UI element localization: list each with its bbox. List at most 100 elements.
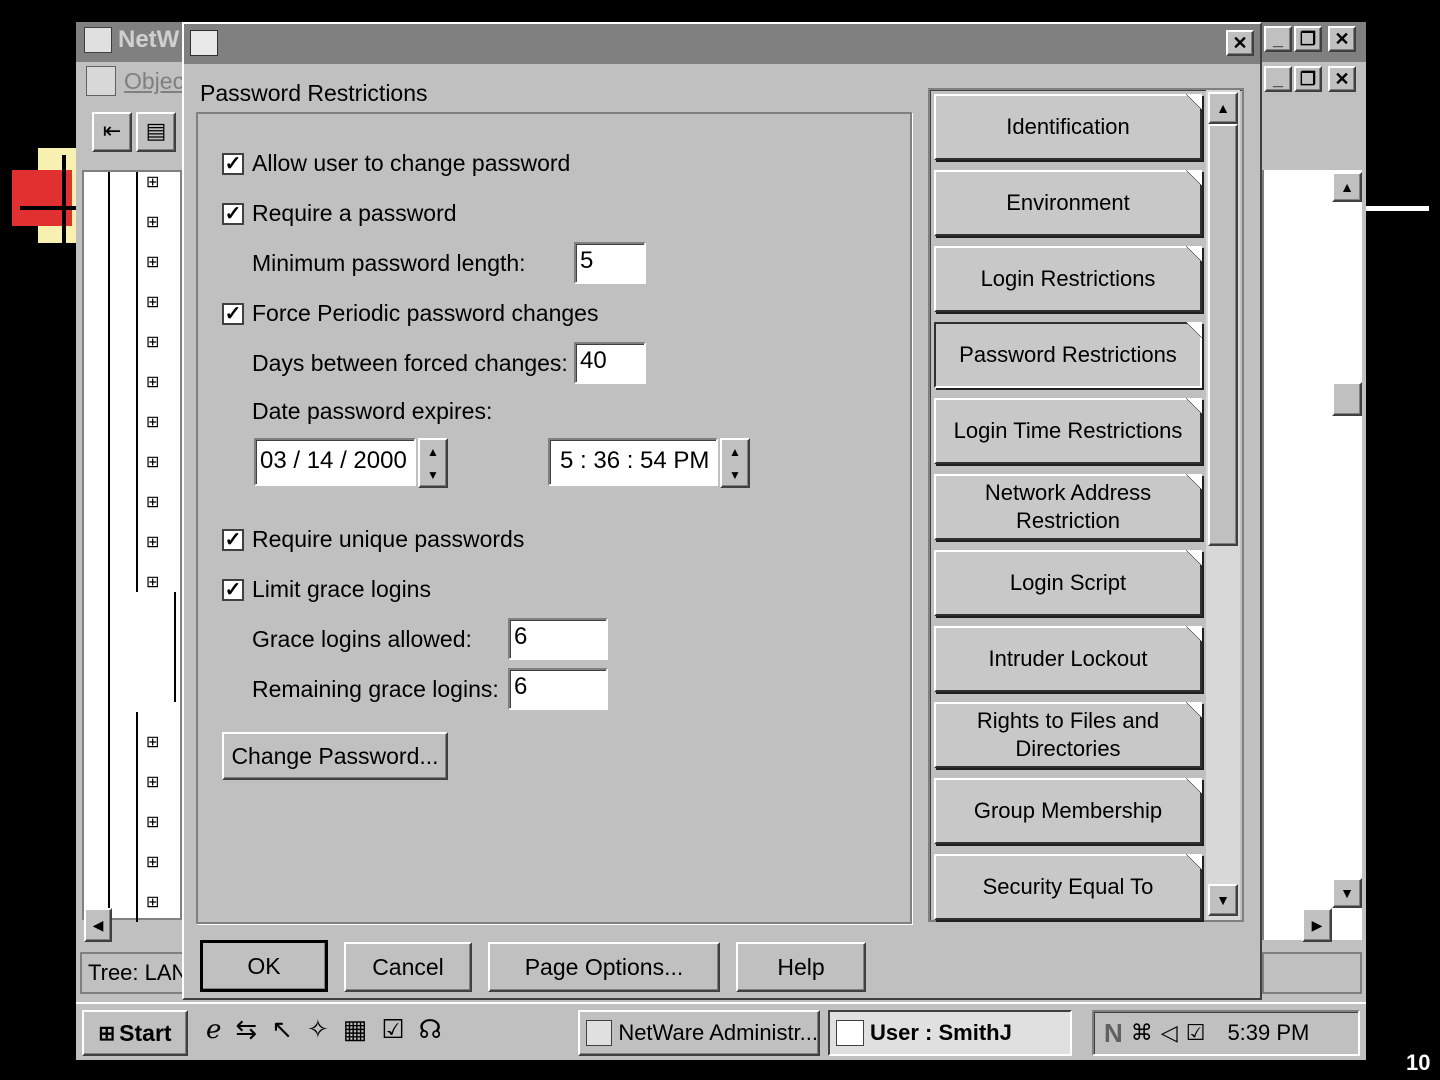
date-spinner[interactable]: ▲ ▼ bbox=[418, 438, 448, 488]
check-icon[interactable]: ✓ bbox=[222, 152, 244, 175]
internet-explorer-icon[interactable]: ℯ bbox=[206, 1014, 221, 1045]
container-icon[interactable]: ⊞ bbox=[146, 812, 159, 832]
windows-logo-icon: ⊞ bbox=[98, 1022, 116, 1045]
container-icon[interactable]: ⊞ bbox=[146, 572, 159, 592]
days-between-input[interactable]: 40 bbox=[574, 342, 646, 384]
container-icon[interactable]: ⊞ bbox=[146, 212, 159, 232]
min-length-input[interactable]: 5 bbox=[574, 242, 646, 284]
tab-environment[interactable]: Environment bbox=[934, 170, 1202, 236]
spin-down-icon[interactable]: ▼ bbox=[722, 463, 748, 486]
tree-line bbox=[108, 172, 110, 922]
cursor-icon[interactable]: ↖ bbox=[271, 1014, 293, 1045]
cancel-button[interactable]: Cancel bbox=[344, 942, 472, 992]
container-icon[interactable]: ⊞ bbox=[146, 532, 159, 552]
tab-rights-to-files[interactable]: Rights to Files and Directories bbox=[934, 702, 1202, 768]
time-spinner[interactable]: ▲ ▼ bbox=[720, 438, 750, 488]
expire-time-input[interactable]: 5 : 36 : 54 PM bbox=[548, 438, 718, 486]
task-netware-admin[interactable]: NetWare Administr... bbox=[578, 1010, 820, 1056]
require-password-checkbox[interactable]: ✓ Require a password bbox=[222, 200, 457, 227]
limit-grace-checkbox[interactable]: ✓ Limit grace logins bbox=[222, 576, 431, 603]
tab-intruder-lockout[interactable]: Intruder Lockout bbox=[934, 626, 1202, 692]
taskbar: ⊞ Start ℯ ⇆ ↖ ✧ ▦ ☑ ☊ NetWare Administr.… bbox=[76, 1002, 1366, 1060]
bg-scroll-right-button[interactable]: ▶ bbox=[1302, 908, 1332, 942]
bg-scroll-down-button[interactable]: ▼ bbox=[1332, 878, 1362, 908]
grid-icon[interactable]: ▦ bbox=[343, 1014, 368, 1045]
tab-login-script[interactable]: Login Script bbox=[934, 550, 1202, 616]
container-icon[interactable]: ⊞ bbox=[146, 332, 159, 352]
scheduler-icon[interactable]: ☑ bbox=[1186, 1020, 1206, 1046]
container-icon[interactable]: ⊞ bbox=[146, 252, 159, 272]
tab-network-address-restriction[interactable]: Network Address Restriction bbox=[934, 474, 1202, 540]
min-length-label: Minimum password length: bbox=[252, 250, 526, 276]
check-icon[interactable]: ✓ bbox=[222, 302, 244, 325]
tab-scroll-up-button[interactable]: ▲ bbox=[1208, 92, 1238, 124]
network-tray-icon[interactable]: ⌘ bbox=[1131, 1020, 1153, 1046]
child-minimize-icon[interactable]: _ bbox=[1264, 66, 1292, 92]
expire-date-input[interactable]: 03 / 14 / 2000 bbox=[254, 438, 416, 486]
spin-up-icon[interactable]: ▲ bbox=[722, 440, 748, 463]
check-icon[interactable]: ✓ bbox=[222, 578, 244, 601]
change-password-button[interactable]: Change Password... bbox=[222, 732, 448, 780]
bg-right-status bbox=[1262, 952, 1362, 994]
channels-icon[interactable]: ✧ bbox=[307, 1014, 329, 1045]
help-button[interactable]: Help bbox=[736, 942, 866, 992]
exit-toolbar-icon[interactable]: ⇤ bbox=[92, 112, 132, 152]
allow-change-checkbox[interactable]: ✓ Allow user to change password bbox=[222, 150, 570, 177]
bg-scroll-up-button[interactable]: ▲ bbox=[1332, 172, 1362, 202]
tab-security-equal-to[interactable]: Security Equal To bbox=[934, 854, 1202, 920]
start-button[interactable]: ⊞ Start bbox=[82, 1010, 188, 1056]
container-icon[interactable]: ⊞ bbox=[146, 292, 159, 312]
section-title: Password Restrictions bbox=[200, 80, 428, 106]
grace-allowed-input[interactable]: 6 bbox=[508, 618, 608, 660]
ok-button[interactable]: OK bbox=[200, 940, 328, 992]
container-icon[interactable]: ⊞ bbox=[146, 852, 159, 872]
child-restore-icon[interactable]: ❐ bbox=[1294, 66, 1322, 92]
tab-scroll-thumb[interactable] bbox=[1208, 124, 1238, 546]
dialog-app-icon bbox=[190, 30, 218, 56]
tab-identification[interactable]: Identification bbox=[934, 94, 1202, 160]
container-icon[interactable]: ⊞ bbox=[146, 452, 159, 472]
tab-login-time-restrictions[interactable]: Login Time Restrictions bbox=[934, 398, 1202, 464]
dialog-close-icon[interactable]: ✕ bbox=[1226, 30, 1254, 56]
system-tray: N ⌘ ◁ ☑ 5:39 PM bbox=[1092, 1010, 1360, 1056]
bg-right-pane bbox=[1262, 170, 1362, 940]
print-toolbar-icon[interactable]: ▤ bbox=[136, 112, 176, 152]
check-icon[interactable]: ✓ bbox=[222, 202, 244, 225]
restore-icon[interactable]: ❐ bbox=[1294, 26, 1322, 52]
container-icon[interactable]: ⊞ bbox=[146, 172, 159, 192]
task-user-details[interactable]: User : SmithJ bbox=[828, 1010, 1072, 1056]
scroll-left-button[interactable]: ◀ bbox=[84, 908, 112, 942]
bg-scroll-thumb[interactable] bbox=[1332, 382, 1362, 416]
tree-line bbox=[136, 172, 138, 592]
check-icon[interactable]: ✓ bbox=[222, 528, 244, 551]
container-icon[interactable]: ⊞ bbox=[146, 772, 159, 792]
netware-n-icon[interactable]: N bbox=[1104, 1018, 1123, 1049]
tab-group-membership[interactable]: Group Membership bbox=[934, 778, 1202, 844]
container-icon[interactable]: ⊞ bbox=[146, 492, 159, 512]
tab-scroll-down-button[interactable]: ▼ bbox=[1208, 884, 1238, 916]
grace-remaining-input[interactable]: 6 bbox=[508, 668, 608, 710]
force-periodic-checkbox[interactable]: ✓ Force Periodic password changes bbox=[222, 300, 598, 327]
container-icon[interactable]: ⊞ bbox=[146, 732, 159, 752]
container-icon[interactable]: ⊞ bbox=[146, 892, 159, 912]
require-unique-checkbox[interactable]: ✓ Require unique passwords bbox=[222, 526, 524, 553]
speaker-icon[interactable]: ◁ bbox=[1161, 1020, 1178, 1046]
spin-up-icon[interactable]: ▲ bbox=[420, 440, 446, 463]
container-icon[interactable]: ⊞ bbox=[146, 372, 159, 392]
bg-title-text: NetW bbox=[84, 26, 179, 54]
date-expires-label: Date password expires: bbox=[252, 398, 493, 424]
spin-down-icon[interactable]: ▼ bbox=[420, 463, 446, 486]
check-tool-icon[interactable]: ☑ bbox=[381, 1014, 404, 1045]
grace-allowed-label: Grace logins allowed: bbox=[252, 626, 472, 652]
bg-menu-text[interactable]: Objec bbox=[86, 66, 184, 96]
close-icon[interactable]: ✕ bbox=[1328, 26, 1356, 52]
satellite-icon[interactable]: ☊ bbox=[419, 1014, 442, 1045]
tab-password-restrictions[interactable]: Password Restrictions bbox=[934, 322, 1202, 388]
child-close-icon[interactable]: ✕ bbox=[1328, 66, 1356, 92]
tab-login-restrictions[interactable]: Login Restrictions bbox=[934, 246, 1202, 312]
network-icon[interactable]: ⇆ bbox=[235, 1014, 257, 1045]
page-options-button[interactable]: Page Options... bbox=[488, 942, 720, 992]
container-icon[interactable]: ⊞ bbox=[146, 412, 159, 432]
minimize-icon[interactable]: _ bbox=[1264, 26, 1292, 52]
details-dialog: ✕ Password Restrictions ✓ Allow user to … bbox=[182, 22, 1262, 1000]
